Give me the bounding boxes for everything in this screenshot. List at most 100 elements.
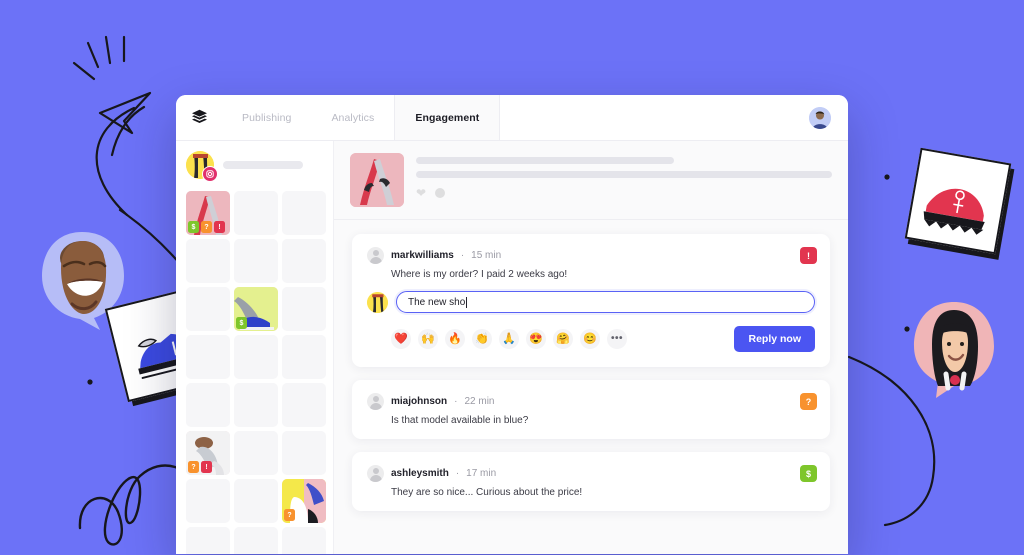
comment-header: markwilliams · 15 min	[367, 247, 815, 264]
placeholder-line	[416, 171, 832, 178]
post-grid-cell[interactable]	[282, 431, 326, 475]
comment-separator: ·	[460, 250, 465, 261]
avatar	[186, 151, 218, 182]
comment-time: 17 min	[466, 468, 497, 479]
post-thumbnail[interactable]	[350, 153, 404, 207]
status-badge: !	[800, 247, 817, 264]
post-grid-cell[interactable]	[282, 287, 326, 331]
thumbnail-badges: $?!	[188, 221, 225, 233]
instagram-icon	[202, 166, 218, 182]
post-grid-thumbnail[interactable]: $?!	[186, 191, 230, 235]
nav-tabs: Publishing Analytics Engagement	[222, 95, 501, 140]
comment-username: ashleysmith	[391, 468, 449, 479]
status-badge: ?	[188, 461, 199, 473]
status-badge: $	[188, 221, 199, 233]
post-grid-cell[interactable]	[186, 479, 230, 523]
post-grid-cell[interactable]	[186, 239, 230, 283]
post-grid-cell[interactable]	[186, 383, 230, 427]
status-badge: ?	[800, 393, 817, 410]
status-badge: ?	[284, 509, 295, 521]
post-grid-cell[interactable]	[234, 527, 278, 554]
red-sneaker-photo-card	[904, 147, 1012, 255]
post-grid-cell[interactable]	[234, 431, 278, 475]
comment-header: miajohnson · 22 min	[367, 393, 815, 410]
reply-row: The new sho	[367, 291, 815, 313]
status-badge: $	[236, 317, 247, 329]
comment-text: Where is my order? I paid 2 weeks ago!	[391, 269, 568, 280]
more-emoji-button[interactable]: •••	[607, 329, 627, 349]
post-grid-cell[interactable]	[234, 191, 278, 235]
account-name-placeholder	[223, 161, 303, 169]
account-row[interactable]	[186, 151, 333, 182]
tab-analytics[interactable]: Analytics	[311, 95, 394, 140]
reply-avatar	[367, 291, 388, 313]
post-grid-cell[interactable]	[186, 287, 230, 331]
post-grid-cell[interactable]	[282, 335, 326, 379]
post-grid-cell[interactable]	[234, 479, 278, 523]
dot-accent-right2	[904, 326, 910, 332]
thumbnail-badges: ?	[284, 509, 295, 521]
reply-input[interactable]: The new sho	[396, 291, 815, 313]
thumbnail-badges: $	[236, 317, 247, 329]
text-caret	[466, 296, 468, 308]
smiling-man-avatar	[34, 228, 130, 330]
user-avatar[interactable]	[809, 106, 831, 129]
emoji-clap[interactable]: 👏	[472, 329, 492, 349]
app-body: $?! $?!? ❤ ! markwilliams · 15 min Where…	[176, 141, 848, 554]
buffer-stacked-layers-icon[interactable]	[176, 109, 222, 126]
comment-separator: ·	[454, 396, 458, 407]
comment-text: They are so nice... Curious about the pr…	[391, 487, 583, 498]
reply-input-value: The new sho	[408, 296, 466, 308]
emoji-folded-hands[interactable]: 🙏	[499, 329, 519, 349]
comment-header: ashleysmith · 17 min	[367, 465, 815, 482]
placeholder-line	[416, 157, 674, 164]
thumbnail-badges: ?!	[188, 461, 212, 473]
right-swoosh-doodle	[847, 355, 936, 527]
post-grid-thumbnail[interactable]: ?!	[186, 431, 230, 475]
status-badge: !	[214, 221, 225, 233]
post-grid-cell[interactable]	[186, 335, 230, 379]
comment-card[interactable]: $ ashleysmith · 17 min They are so nice.…	[352, 452, 830, 511]
emoji-smiling-face[interactable]: 😊	[580, 329, 600, 349]
heart-icon[interactable]: ❤	[416, 187, 426, 199]
post-caption-placeholder: ❤	[416, 153, 832, 207]
tab-publishing[interactable]: Publishing	[222, 95, 311, 140]
emoji-raised-hands[interactable]: 🙌	[418, 329, 438, 349]
status-badge: !	[201, 461, 212, 473]
post-grid-cell[interactable]	[234, 383, 278, 427]
comment-username: markwilliams	[391, 250, 454, 261]
comment-text: Is that model available in blue?	[391, 415, 529, 426]
reply-now-button[interactable]: Reply now	[734, 326, 815, 352]
poster-canvas: Publishing Analytics Engagement $ ? ! $ …	[0, 0, 1024, 554]
emoji-fire[interactable]: 🔥	[445, 329, 465, 349]
avatar	[367, 393, 384, 410]
comment-icon[interactable]	[435, 188, 446, 198]
dot-accent-left	[87, 379, 93, 385]
comment-card[interactable]: ! markwilliams · 15 min Where is my orde…	[352, 234, 830, 367]
emoji-heart-eyes[interactable]: 😍	[526, 329, 546, 349]
status-badge: $	[800, 465, 817, 482]
post-preview: ❤	[334, 141, 848, 220]
post-grid-cell[interactable]	[282, 191, 326, 235]
emoji-heart[interactable]: ❤️	[391, 329, 411, 349]
post-grid: $?! $?!?	[186, 191, 333, 554]
app-topbar: Publishing Analytics Engagement	[176, 95, 848, 141]
emoji-hugging-face[interactable]: 🤗	[553, 329, 573, 349]
post-grid-cell[interactable]	[234, 335, 278, 379]
main-panel: ❤ ! markwilliams · 15 min Where is my or…	[334, 141, 848, 554]
comment-time: 15 min	[471, 250, 502, 261]
post-grid-cell[interactable]	[186, 527, 230, 554]
post-engagement-icons: ❤	[416, 187, 832, 199]
tab-engagement[interactable]: Engagement	[394, 95, 501, 140]
sidebar: $?! $?!?	[176, 141, 334, 554]
post-grid-cell[interactable]	[282, 239, 326, 283]
post-grid-thumbnail[interactable]: $	[234, 287, 278, 331]
status-badge: ?	[201, 221, 212, 233]
post-grid-thumbnail[interactable]: ?	[282, 479, 326, 523]
curved-arrow-doodle	[72, 35, 152, 217]
comment-card[interactable]: ? miajohnson · 22 min Is that model avai…	[352, 380, 830, 439]
smiling-woman-avatar	[908, 300, 1000, 398]
post-grid-cell[interactable]	[282, 383, 326, 427]
post-grid-cell[interactable]	[282, 527, 326, 554]
post-grid-cell[interactable]	[234, 239, 278, 283]
